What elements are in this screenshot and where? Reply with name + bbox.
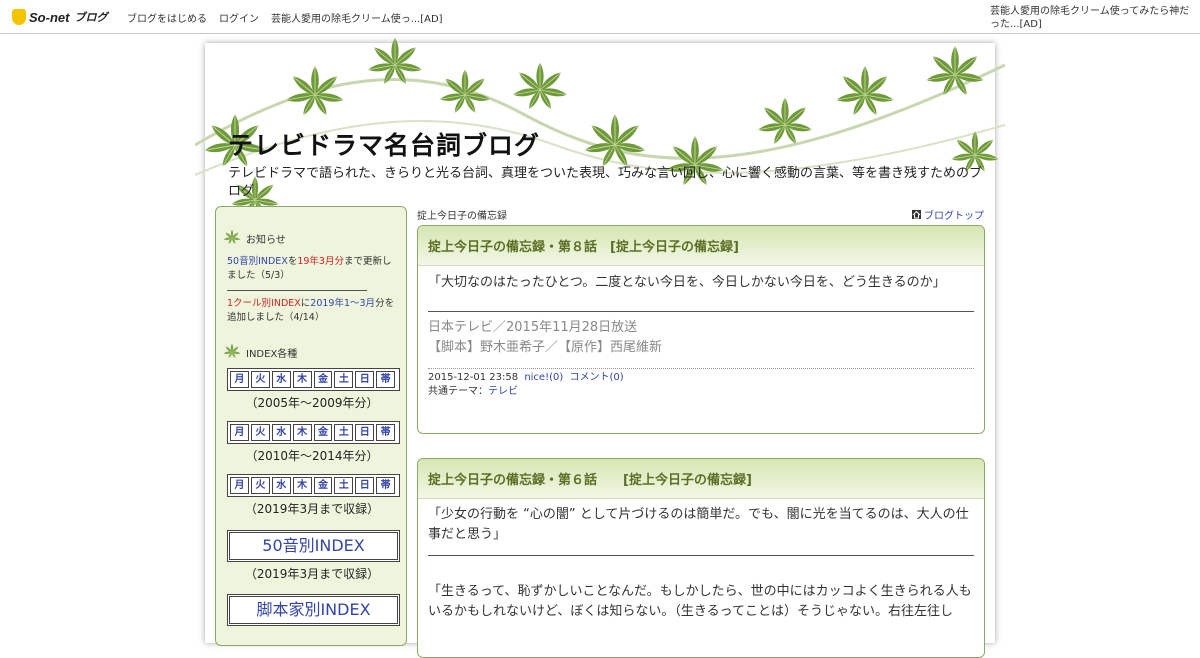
- article-divider: [428, 555, 974, 556]
- day-fri[interactable]: 金: [313, 371, 333, 388]
- article-meta: 2015-12-01 23:58 nice!(0) コメント(0): [428, 371, 974, 385]
- meta-divider: [428, 368, 974, 369]
- day-sun[interactable]: 日: [355, 371, 375, 388]
- day-sat[interactable]: 土: [334, 371, 354, 388]
- day-thu[interactable]: 木: [292, 371, 312, 388]
- article-broadcast: 日本テレビ／2015年11月28日放送: [428, 320, 638, 335]
- day-sun[interactable]: 日: [355, 477, 375, 494]
- article-quote: 「少女の行動を “心の闇” として片づけるのは簡単だ。でも、闇に光を当てるのは、…: [428, 507, 969, 542]
- notice-heading: お知らせ: [221, 227, 406, 249]
- notice-1: 50音別INDEXを19年3月分まで更新しました（5/3）: [227, 255, 396, 283]
- logo-sub: ブログ: [74, 11, 108, 24]
- home-icon: [912, 210, 921, 219]
- day-wed[interactable]: 水: [271, 424, 291, 441]
- day-thu[interactable]: 木: [292, 424, 312, 441]
- article-divider: [428, 311, 974, 312]
- article-quote: 「大切なのはたったひとつ。二度とない今日を、今日しかない今日を、どう生きるのか」: [428, 275, 946, 290]
- notice-1-red: 19年3月分: [297, 256, 344, 267]
- range-2010: （2010年～2014年分）: [245, 449, 379, 463]
- weekday-index-2010: 月 火 水 木 金 土 日 帯: [227, 421, 400, 444]
- blog-description: テレビドラマで語られた、きらりと光る台詞、真理をついた表現、巧みな言い回し、心に…: [228, 166, 983, 199]
- notice-2: 1クール別INDEXに2019年1～3月分を追加しました（4/14）: [227, 297, 396, 325]
- blog-title[interactable]: テレビドラマ名台詞ブログ: [228, 126, 540, 162]
- day-fri[interactable]: 金: [313, 477, 333, 494]
- day-sun[interactable]: 日: [355, 424, 375, 441]
- breadcrumb[interactable]: 掟上今日子の備忘録: [417, 207, 507, 222]
- article-datetime: 2015-12-01 23:58: [428, 372, 519, 383]
- notice-cour-link[interactable]: 1クール別INDEX: [227, 298, 301, 309]
- article-title[interactable]: 掟上今日子の備忘録・第８話 [掟上今日子の備忘録]: [418, 226, 984, 266]
- day-mon[interactable]: 月: [230, 424, 249, 441]
- range-2005: （2005年～2009年分）: [245, 396, 379, 410]
- day-tue[interactable]: 火: [250, 477, 270, 494]
- day-obi[interactable]: 帯: [376, 424, 395, 441]
- article-card: 掟上今日子の備忘録・第６話 [掟上今日子の備忘録] 「少女の行動を “心の闇” …: [417, 458, 985, 658]
- index-writer-button[interactable]: 脚本家別INDEX: [227, 594, 400, 626]
- leaf-icon: [221, 227, 243, 249]
- notice-1-mid: を: [287, 256, 298, 267]
- notice-50on-link[interactable]: 50音別INDEX: [227, 256, 288, 267]
- day-tue[interactable]: 火: [250, 424, 270, 441]
- day-sat[interactable]: 土: [334, 477, 354, 494]
- theme-link[interactable]: テレビ: [488, 386, 518, 397]
- index-50on-button[interactable]: 50音別INDEX: [227, 530, 400, 562]
- leaf-icon: [221, 341, 243, 363]
- day-wed[interactable]: 水: [271, 477, 291, 494]
- comment-link[interactable]: コメント(0): [569, 372, 623, 383]
- nice-link[interactable]: nice!(0): [524, 372, 563, 383]
- day-mon[interactable]: 月: [230, 477, 249, 494]
- day-thu[interactable]: 木: [292, 477, 312, 494]
- site-header: So-net ブログ ブログをはじめる ログイン 芸能人愛用の除毛クリーム使っ.…: [0, 0, 1200, 34]
- index-heading-label: INDEX各種: [246, 348, 298, 360]
- day-wed[interactable]: 水: [271, 371, 291, 388]
- logo-text: So-net: [29, 9, 70, 25]
- range-2019: （2019年3月まで収録）: [244, 502, 380, 516]
- day-obi[interactable]: 帯: [376, 477, 395, 494]
- ad-link[interactable]: 芸能人愛用の除毛クリーム使っ...[AD]: [271, 10, 443, 25]
- notice-heading-label: お知らせ: [246, 234, 286, 246]
- login-link[interactable]: ログイン: [219, 10, 259, 25]
- article-credits: 【脚本】野木亜希子／【原作】西尾維新: [428, 340, 663, 355]
- article-card: 掟上今日子の備忘録・第８話 [掟上今日子の備忘録] 「大切なのはたったひとつ。二…: [417, 225, 985, 434]
- theme-label: 共通テーマ：: [428, 386, 488, 397]
- blogtop-label: ブログトップ: [924, 211, 984, 222]
- sonet-logo-icon: [12, 9, 26, 25]
- notice-2019-link[interactable]: 2019年1～3月: [310, 298, 375, 309]
- article-theme: 共通テーマ：テレビ: [428, 385, 974, 399]
- notice-2-mid: に: [300, 298, 311, 309]
- day-fri[interactable]: 金: [313, 424, 333, 441]
- day-obi[interactable]: 帯: [376, 371, 395, 388]
- divider: [227, 290, 367, 291]
- index-50on-note: （2019年3月まで収録）: [244, 567, 380, 581]
- article-title[interactable]: 掟上今日子の備忘録・第６話 [掟上今日子の備忘録]: [418, 459, 984, 499]
- weekday-index-2005: 月 火 水 木 金 土 日 帯: [227, 368, 400, 391]
- ad-right-link[interactable]: 芸能人愛用の除毛クリーム使ってみたら神だった...[AD]: [990, 5, 1195, 31]
- blogtop-link[interactable]: ブログトップ: [912, 207, 984, 222]
- day-tue[interactable]: 火: [250, 371, 270, 388]
- sidebar: お知らせ 50音別INDEXを19年3月分まで更新しました（5/3） 1クール別…: [215, 206, 407, 646]
- sonet-logo[interactable]: So-net ブログ: [12, 8, 107, 26]
- index-heading: INDEX各種: [221, 341, 406, 363]
- article-quote-2: 「生きるって、恥ずかしいことなんだ。もしかしたら、世の中にはカッコよく生きられる…: [428, 584, 972, 619]
- start-blog-link[interactable]: ブログをはじめる: [127, 10, 207, 25]
- weekday-index-2019: 月 火 水 木 金 土 日 帯: [227, 474, 400, 497]
- day-mon[interactable]: 月: [230, 371, 249, 388]
- day-sat[interactable]: 土: [334, 424, 354, 441]
